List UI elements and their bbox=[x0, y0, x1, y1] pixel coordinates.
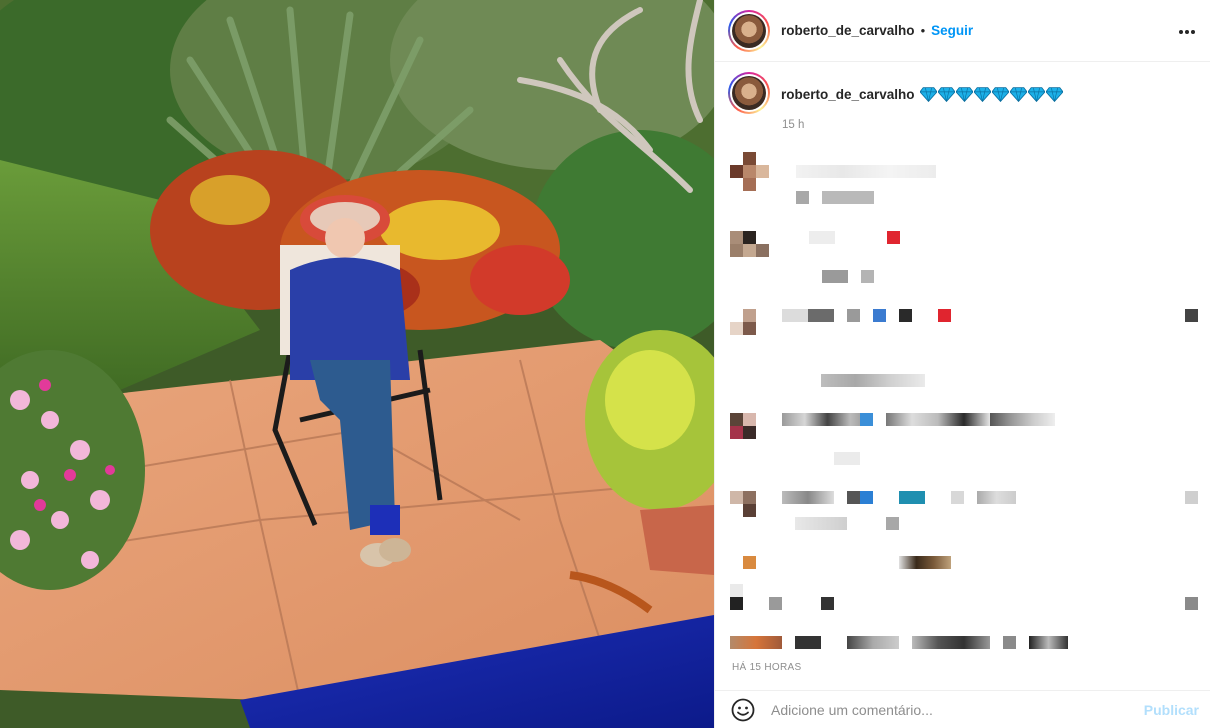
gem-icon bbox=[991, 87, 1009, 102]
separator-dot: • bbox=[920, 23, 926, 38]
gem-icon bbox=[1009, 87, 1027, 102]
comment-blurred bbox=[730, 152, 1200, 204]
smiley-icon[interactable] bbox=[731, 698, 755, 722]
comment-input[interactable] bbox=[771, 701, 1121, 718]
add-comment-bar: Publicar bbox=[715, 690, 1210, 728]
comment-blurred bbox=[730, 556, 1200, 616]
caption-avatar[interactable] bbox=[728, 72, 770, 114]
caption: roberto_de_carvalho bbox=[728, 72, 1063, 114]
comment-blurred bbox=[730, 636, 1200, 650]
avatar-image bbox=[732, 76, 766, 110]
comment-blurred bbox=[730, 231, 1200, 283]
avatar-image bbox=[732, 13, 766, 48]
gem-icon bbox=[937, 87, 955, 102]
post-timestamp: HÁ 15 HORAS bbox=[732, 662, 802, 673]
gem-icon bbox=[1045, 87, 1063, 102]
caption-username[interactable]: roberto_de_carvalho bbox=[781, 87, 915, 102]
caption-time: 15 h bbox=[782, 119, 805, 131]
garden-photo bbox=[0, 0, 714, 728]
post-side-panel: roberto_de_carvalho • Seguir roberto_de_… bbox=[714, 0, 1210, 728]
post-header: roberto_de_carvalho • Seguir bbox=[715, 0, 1210, 62]
caption-emoji-list bbox=[919, 86, 1063, 102]
publish-button[interactable]: Publicar bbox=[1144, 702, 1199, 718]
more-horizontal-icon[interactable] bbox=[1177, 22, 1197, 42]
author-username[interactable]: roberto_de_carvalho bbox=[781, 23, 915, 38]
comment-blurred bbox=[730, 309, 1200, 389]
post-photo[interactable] bbox=[0, 0, 714, 728]
gem-icon bbox=[919, 87, 937, 102]
gem-icon bbox=[955, 87, 973, 102]
comment-blurred bbox=[730, 413, 1200, 465]
comment-blurred bbox=[730, 491, 1200, 536]
author-avatar[interactable] bbox=[728, 9, 770, 52]
follow-button[interactable]: Seguir bbox=[931, 23, 973, 38]
gem-icon bbox=[973, 87, 991, 102]
gem-icon bbox=[1027, 87, 1045, 102]
